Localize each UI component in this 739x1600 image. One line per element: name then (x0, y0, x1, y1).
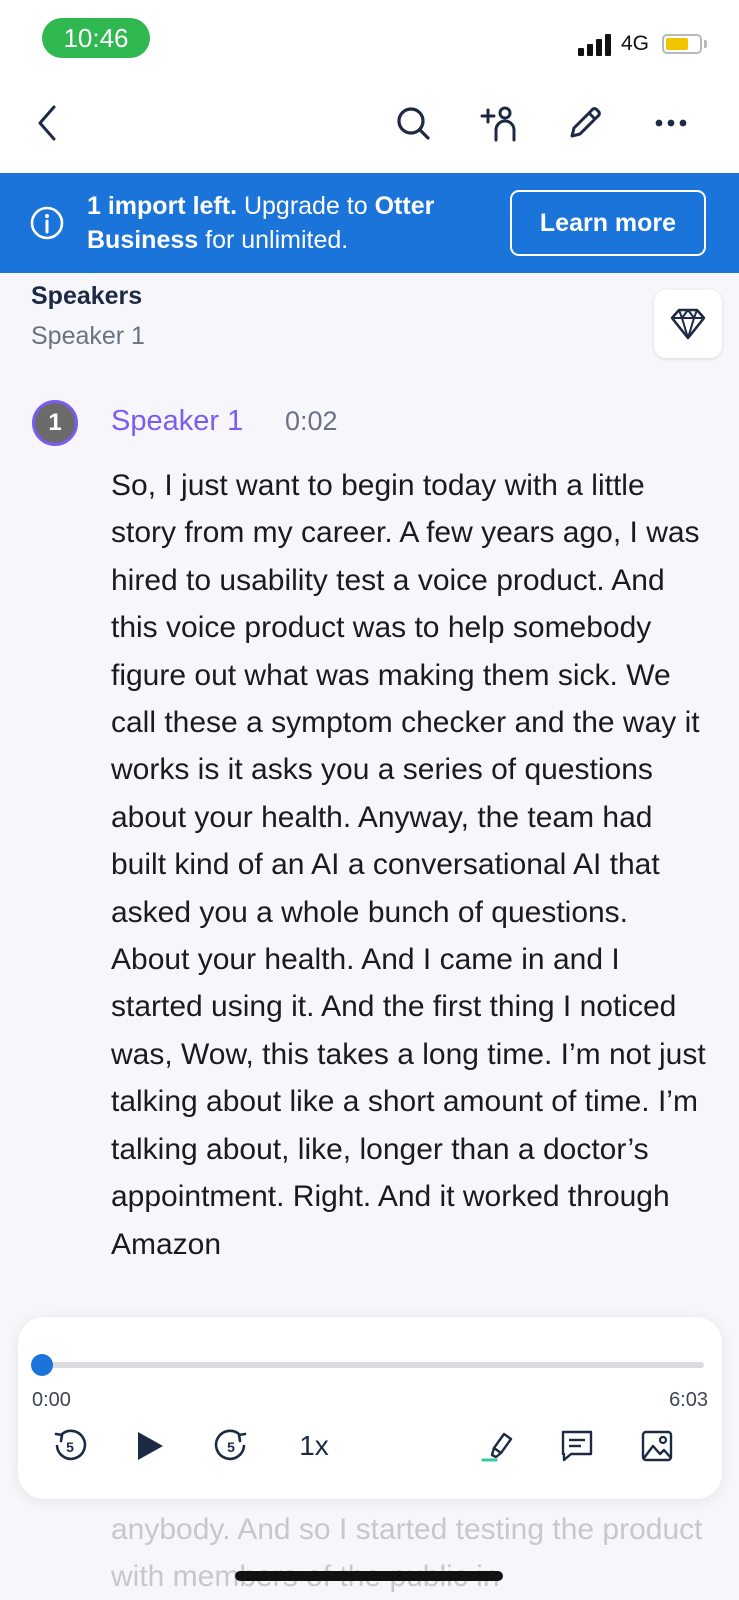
search-button[interactable] (388, 98, 438, 148)
speaker-avatar[interactable]: 1 (32, 400, 78, 446)
speaker-timestamp[interactable]: 0:02 (285, 406, 338, 437)
svg-text:5: 5 (66, 1439, 74, 1455)
share-add-person-button[interactable] (474, 98, 524, 148)
premium-button[interactable] (654, 290, 722, 358)
learn-more-button[interactable]: Learn more (510, 190, 706, 256)
comment-icon (561, 1430, 593, 1462)
image-icon (641, 1430, 673, 1462)
total-time: 6:03 (669, 1389, 708, 1411)
pencil-icon (570, 107, 601, 138)
battery-tip (704, 40, 707, 48)
comment-button[interactable] (553, 1422, 601, 1470)
progress-knob[interactable] (31, 1354, 53, 1376)
home-indicator[interactable] (235, 1571, 503, 1581)
add-person-icon (480, 106, 516, 142)
diamond-icon (670, 308, 706, 340)
current-time: 0:00 (32, 1389, 71, 1411)
info-icon (30, 206, 64, 240)
signal-icon (578, 32, 614, 56)
battery-icon (662, 34, 702, 54)
play-button[interactable] (126, 1422, 174, 1470)
back-button[interactable] (22, 98, 72, 148)
speakers-heading: Speakers (31, 282, 143, 310)
forward-button[interactable]: 5 (207, 1422, 255, 1470)
transcript-paragraph-continued: anybody. And so I started testing the pr… (111, 1513, 703, 1594)
insert-image-button[interactable] (633, 1422, 681, 1470)
svg-text:5: 5 (227, 1439, 235, 1455)
more-options-button[interactable] (646, 98, 696, 148)
upgrade-banner: 1 import left. Upgrade to Otter Business… (0, 173, 739, 273)
status-time: 10:46 (42, 18, 150, 58)
battery-level (666, 38, 688, 50)
highlighter-icon (481, 1432, 513, 1462)
chevron-left-icon (38, 105, 56, 141)
status-bar: 10:46 4G (0, 0, 739, 78)
highlight-button[interactable] (474, 1422, 522, 1470)
network-label: 4G (621, 32, 650, 55)
transcript-paragraph[interactable]: So, I just want to begin today with a li… (111, 462, 711, 1268)
banner-text-end: for unlimited. (198, 226, 349, 254)
speaker-name[interactable]: Speaker 1 (111, 405, 243, 438)
audio-player: 0:00 6:03 5 5 1x (18, 1317, 722, 1499)
rewind-button[interactable]: 5 (46, 1422, 94, 1470)
playback-speed-button[interactable]: 1x (290, 1422, 338, 1470)
play-icon (138, 1432, 163, 1460)
top-nav-bar (0, 78, 739, 173)
progress-track[interactable] (42, 1362, 704, 1368)
search-icon (397, 107, 430, 140)
banner-text-mid: Upgrade to (237, 192, 375, 220)
forward-5-icon: 5 (214, 1429, 247, 1461)
banner-message: 1 import left. Upgrade to Otter Business… (87, 189, 487, 257)
speakers-list[interactable]: Speaker 1 (31, 322, 145, 351)
banner-import-count: 1 import left. (87, 192, 238, 220)
more-dots-icon (655, 119, 687, 127)
rewind-5-icon: 5 (54, 1429, 87, 1461)
edit-button[interactable] (560, 98, 610, 148)
